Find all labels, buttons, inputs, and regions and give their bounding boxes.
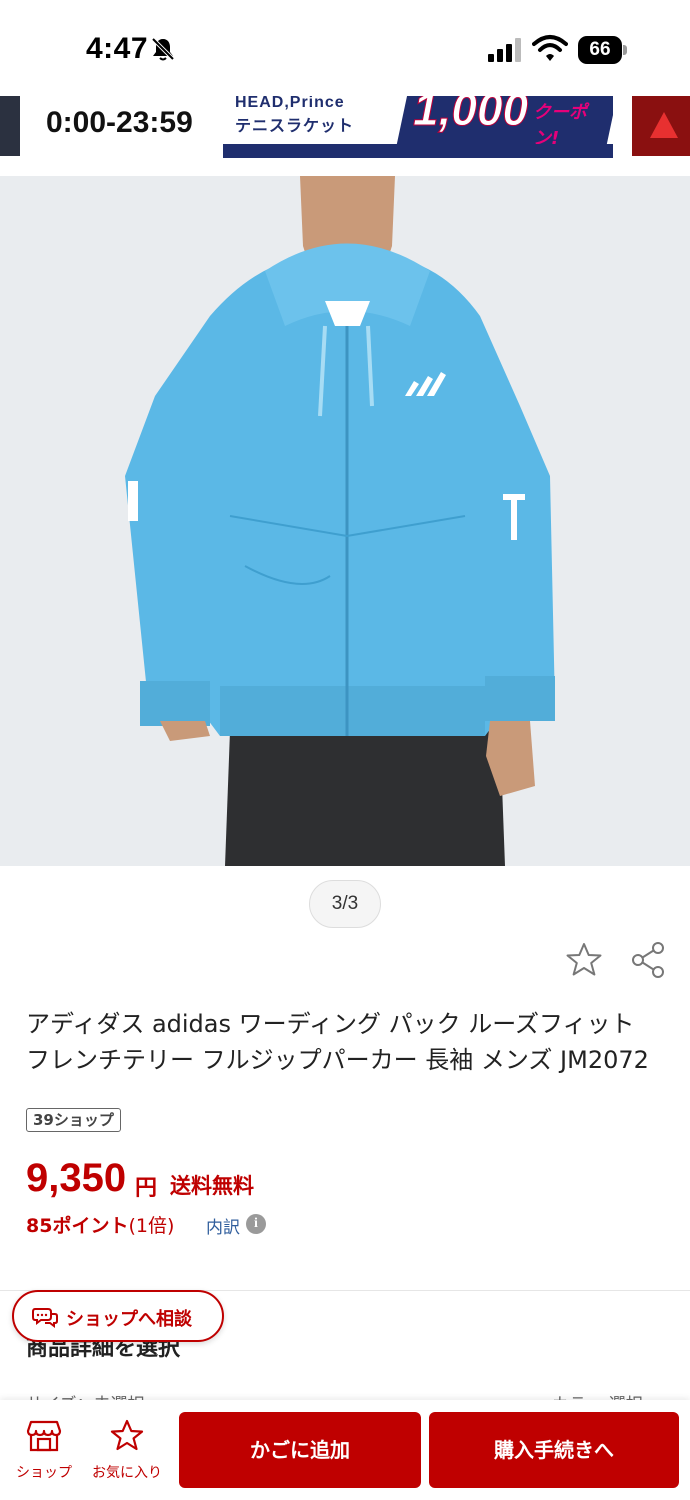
battery-tip <box>623 45 627 55</box>
info-icon[interactable]: i <box>246 1214 266 1234</box>
shop-badge: 39ショップ <box>26 1108 121 1132</box>
checkout-button[interactable]: 購入手続きへ <box>429 1412 679 1488</box>
points-info: 85ポイント(1倍) <box>26 1211 174 1238</box>
price-unit: 円 <box>135 1176 158 1201</box>
points-rate: (1倍) <box>128 1215 175 1237</box>
nav-shop-label: ショップ <box>16 1465 72 1481</box>
favorite-star-icon[interactable] <box>564 940 604 980</box>
product-price: 9,350 <box>26 1156 127 1200</box>
product-photo <box>0 176 690 866</box>
nav-favorite-button[interactable]: お気に入り <box>86 1418 168 1488</box>
status-bar: 4:47 66 <box>0 0 690 96</box>
product-title: アディダス adidas ワーディング パック ルーズフィット フレンチテリー … <box>26 1010 649 1074</box>
cellular-signal-icon <box>488 38 521 62</box>
gallery-page-indicator: 3/3 <box>309 880 381 928</box>
banner-ad-coupon: クーポン! <box>533 102 587 149</box>
wifi-icon <box>532 35 568 61</box>
share-icon[interactable] <box>628 940 668 980</box>
adidas-mark-icon <box>650 112 678 138</box>
consult-shop-label: ショップへ相談 <box>66 1309 192 1330</box>
points-detail-link[interactable]: 内訳 <box>206 1213 240 1238</box>
banner-campaign-time: 0:00-23:59 <box>46 106 193 139</box>
banner-ad-category: テニスラケット <box>235 116 355 135</box>
nav-shop-button[interactable]: ショップ <box>8 1418 80 1488</box>
free-shipping-label: 送料無料 <box>170 1174 254 1198</box>
consult-shop-button[interactable]: ショップへ相談 <box>12 1290 224 1342</box>
product-image[interactable] <box>0 176 690 866</box>
store-icon <box>26 1420 62 1452</box>
battery-icon: 66 <box>578 36 628 64</box>
star-icon <box>110 1419 144 1451</box>
battery-level: 66 <box>578 36 622 64</box>
nav-favorite-label: お気に入り <box>92 1465 162 1481</box>
bell-slash-icon <box>151 37 175 61</box>
status-time: 4:47 <box>86 32 149 65</box>
chat-bubble-icon <box>32 1308 58 1328</box>
add-to-cart-button[interactable]: かごに追加 <box>179 1412 421 1488</box>
banner-ad-amount: 1,000 <box>412 96 529 136</box>
points-amount: 85ポイント <box>26 1215 129 1237</box>
bottom-action-bar: ショップ お気に入り かごに追加 購入手続きへ <box>0 1400 690 1500</box>
banner-ad-brands: HEAD,Prince <box>235 96 345 111</box>
promo-banner-carousel[interactable]: 0:00-23:59 HEAD,Prince テニスラケット 1,000 クーポ… <box>0 96 690 160</box>
banner-prev-slide[interactable] <box>0 96 20 156</box>
banner-ad-stripe <box>223 144 613 158</box>
banner-ad[interactable]: HEAD,Prince テニスラケット 1,000 クーポン! <box>223 96 613 158</box>
